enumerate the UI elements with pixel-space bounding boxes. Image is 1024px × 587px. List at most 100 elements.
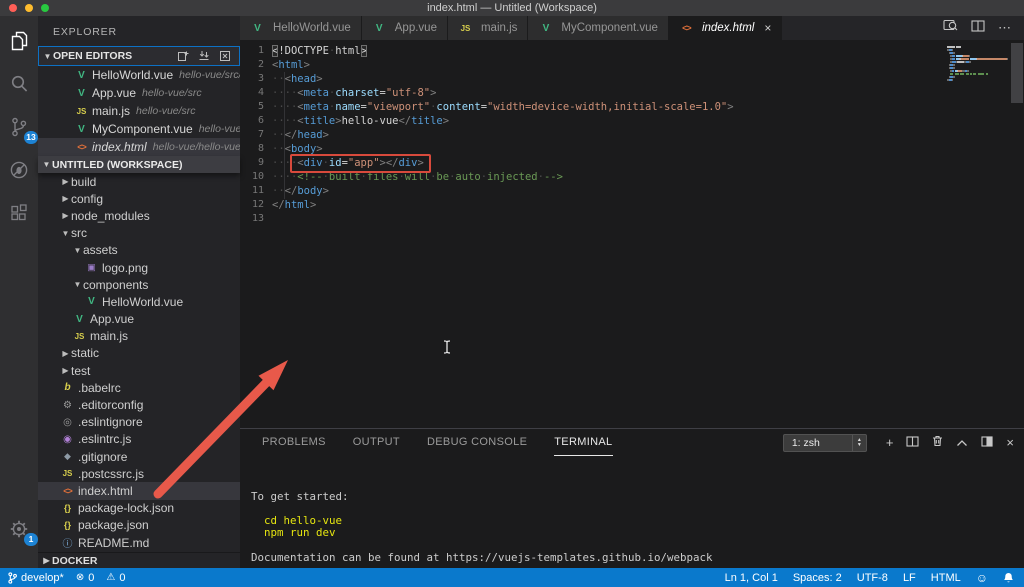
code-line-3[interactable]: 3··<head>	[240, 72, 734, 86]
kill-terminal-icon[interactable]	[932, 434, 943, 452]
code-token: ··	[272, 185, 285, 197]
code-line-11[interactable]: 11··</body>	[240, 184, 734, 198]
code-token: >	[361, 45, 367, 57]
tree-item-build[interactable]: ▶build	[38, 173, 240, 190]
save-all-icon[interactable]	[198, 50, 210, 62]
code-line-13[interactable]: 13	[240, 212, 734, 226]
docker-section-header[interactable]: ▶ DOCKER	[38, 552, 240, 568]
code-token: html	[278, 59, 303, 71]
open-editor-path: hello-vue...	[199, 123, 240, 135]
panel-tab-problems[interactable]: PROBLEMS	[262, 429, 326, 456]
tree-item-.eslintignore[interactable]: ◎.eslintignore	[38, 414, 240, 431]
code-line-5[interactable]: 5····<meta·name="viewport"·content="widt…	[240, 100, 734, 114]
more-actions-icon[interactable]: ⋯	[998, 20, 1012, 36]
open-preview-icon[interactable]	[943, 19, 958, 37]
cursor-position[interactable]: Ln 1, Col 1	[725, 572, 778, 584]
tree-item-index.html[interactable]: <>index.html	[38, 482, 240, 499]
tab-HelloWorld.vue[interactable]: VHelloWorld.vue	[240, 16, 362, 40]
code-token: "width=device-width,initial-scale=1.0"	[487, 101, 727, 113]
tree-item-.editorconfig[interactable]: ⚙.editorconfig	[38, 396, 240, 413]
tree-item-label: .eslintignore	[78, 415, 143, 429]
code-editor[interactable]: 1<!DOCTYPE·html>2<html>3··<head>4····<me…	[240, 40, 1024, 428]
tree-item-.postcssrc.js[interactable]: JS.postcssrc.js	[38, 465, 240, 482]
tree-item-package-lock.json[interactable]: {}package-lock.json	[38, 500, 240, 517]
settings-gear-icon[interactable]: 1	[6, 516, 32, 542]
code-token: content	[436, 101, 480, 113]
tree-item-label: package-lock.json	[78, 501, 174, 515]
minimap-line	[947, 46, 1009, 48]
tree-item-config[interactable]: ▶config	[38, 190, 240, 207]
new-terminal-icon[interactable]: +	[886, 436, 894, 449]
tree-item-test[interactable]: ▶test	[38, 362, 240, 379]
tree-item-static[interactable]: ▶static	[38, 345, 240, 362]
editor-scrollbar[interactable]	[1011, 43, 1023, 103]
tree-item-App.vue[interactable]: VApp.vue	[38, 311, 240, 328]
tree-item-node_modules[interactable]: ▶node_modules	[38, 207, 240, 224]
code-line-content: </html>	[272, 198, 316, 212]
tree-item-src[interactable]: ▼src	[38, 225, 240, 242]
encoding[interactable]: UTF-8	[857, 572, 888, 584]
eol[interactable]: LF	[903, 572, 916, 584]
code-line-6[interactable]: 6····<title>hello-vue</title>	[240, 114, 734, 128]
code-token: >	[443, 115, 449, 127]
open-editors-header[interactable]: ▼ OPEN EDITORS	[38, 46, 240, 66]
open-editor-item[interactable]: VApp.vuehello-vue/src	[38, 84, 240, 102]
activity-search-icon[interactable]	[6, 71, 32, 97]
tree-item-main.js[interactable]: JSmain.js	[38, 328, 240, 345]
code-line-2[interactable]: 2<html>	[240, 58, 734, 72]
tree-item-.eslintrc.js[interactable]: ◉.eslintrc.js	[38, 431, 240, 448]
split-editor-icon[interactable]	[971, 19, 985, 37]
tree-item-README.md[interactable]: ⓘREADME.md	[38, 534, 240, 551]
tab-App.vue[interactable]: VApp.vue	[362, 16, 448, 40]
maximize-panel-icon[interactable]	[956, 434, 968, 452]
panel-tab-terminal[interactable]: TERMINAL	[554, 429, 612, 456]
code-line-4[interactable]: 4····<meta·charset="utf-8">	[240, 86, 734, 100]
close-tab-icon[interactable]: ×	[764, 22, 771, 34]
terminal-line: To get started:	[251, 491, 1024, 503]
folder-closed-icon: ▶	[60, 177, 71, 186]
tab-index.html[interactable]: <>index.html×	[669, 16, 782, 40]
terminal-shell-select[interactable]: 1: zsh ▲▼	[783, 434, 867, 452]
indentation[interactable]: Spaces: 2	[793, 572, 842, 584]
open-editor-item[interactable]: <>index.htmlhello-vue/hello-vue	[38, 138, 240, 156]
code-line-7[interactable]: 7··</head>	[240, 128, 734, 142]
code-token: ····	[272, 101, 297, 113]
language-mode[interactable]: HTML	[931, 572, 961, 584]
open-editor-item[interactable]: VHelloWorld.vuehello-vue/src/...	[38, 66, 240, 84]
activity-debug-icon[interactable]	[6, 157, 32, 183]
tree-item-label: test	[71, 364, 90, 378]
tree-item-HelloWorld.vue[interactable]: VHelloWorld.vue	[38, 293, 240, 310]
feedback-smiley-icon[interactable]: ☺	[976, 571, 988, 585]
tab-MyComponent.vue[interactable]: VMyComponent.vue	[528, 16, 669, 40]
minimap[interactable]	[947, 46, 1009, 85]
close-all-editors-icon[interactable]	[219, 50, 231, 62]
activity-source-control-icon[interactable]: 13	[6, 114, 32, 140]
git-branch-status[interactable]: develop*	[8, 572, 64, 584]
tree-item-.babelrc[interactable]: b.babelrc	[38, 379, 240, 396]
warning-count[interactable]: ⚠ 0	[106, 572, 125, 584]
split-terminal-icon[interactable]	[906, 434, 919, 452]
tab-main.js[interactable]: JSmain.js	[448, 16, 528, 40]
notifications-bell-icon[interactable]	[1003, 572, 1014, 584]
toggle-panel-position-icon[interactable]	[981, 434, 993, 452]
tree-item-.gitignore[interactable]: ◆.gitignore	[38, 448, 240, 465]
tree-item-assets[interactable]: ▼assets	[38, 242, 240, 259]
panel-tab-output[interactable]: OUTPUT	[353, 429, 400, 456]
open-editor-item[interactable]: JSmain.jshello-vue/src	[38, 102, 240, 120]
workspace-section-header[interactable]: ▼ UNTITLED (WORKSPACE)	[38, 156, 240, 173]
activity-explorer-icon[interactable]	[6, 28, 32, 54]
code-line-12[interactable]: 12</html>	[240, 198, 734, 212]
tree-item-components[interactable]: ▼components	[38, 276, 240, 293]
new-untitled-file-icon[interactable]	[177, 50, 189, 62]
tree-item-package.json[interactable]: {}package.json	[38, 517, 240, 534]
activity-extensions-icon[interactable]	[6, 200, 32, 226]
terminal-output[interactable]: To get started: cd hello-vue npm run dev…	[240, 456, 1024, 568]
code-line-1[interactable]: 1<!DOCTYPE·html>	[240, 44, 734, 58]
close-panel-icon[interactable]: ×	[1006, 436, 1014, 449]
open-editor-item[interactable]: VMyComponent.vuehello-vue...	[38, 120, 240, 138]
panel-tab-debug-console[interactable]: DEBUG CONSOLE	[427, 429, 527, 456]
error-count[interactable]: ⊗ 0	[76, 572, 95, 584]
tree-item-label: assets	[83, 243, 118, 257]
tree-item-logo.png[interactable]: ▣logo.png	[38, 259, 240, 276]
minimap-line	[947, 67, 1009, 69]
